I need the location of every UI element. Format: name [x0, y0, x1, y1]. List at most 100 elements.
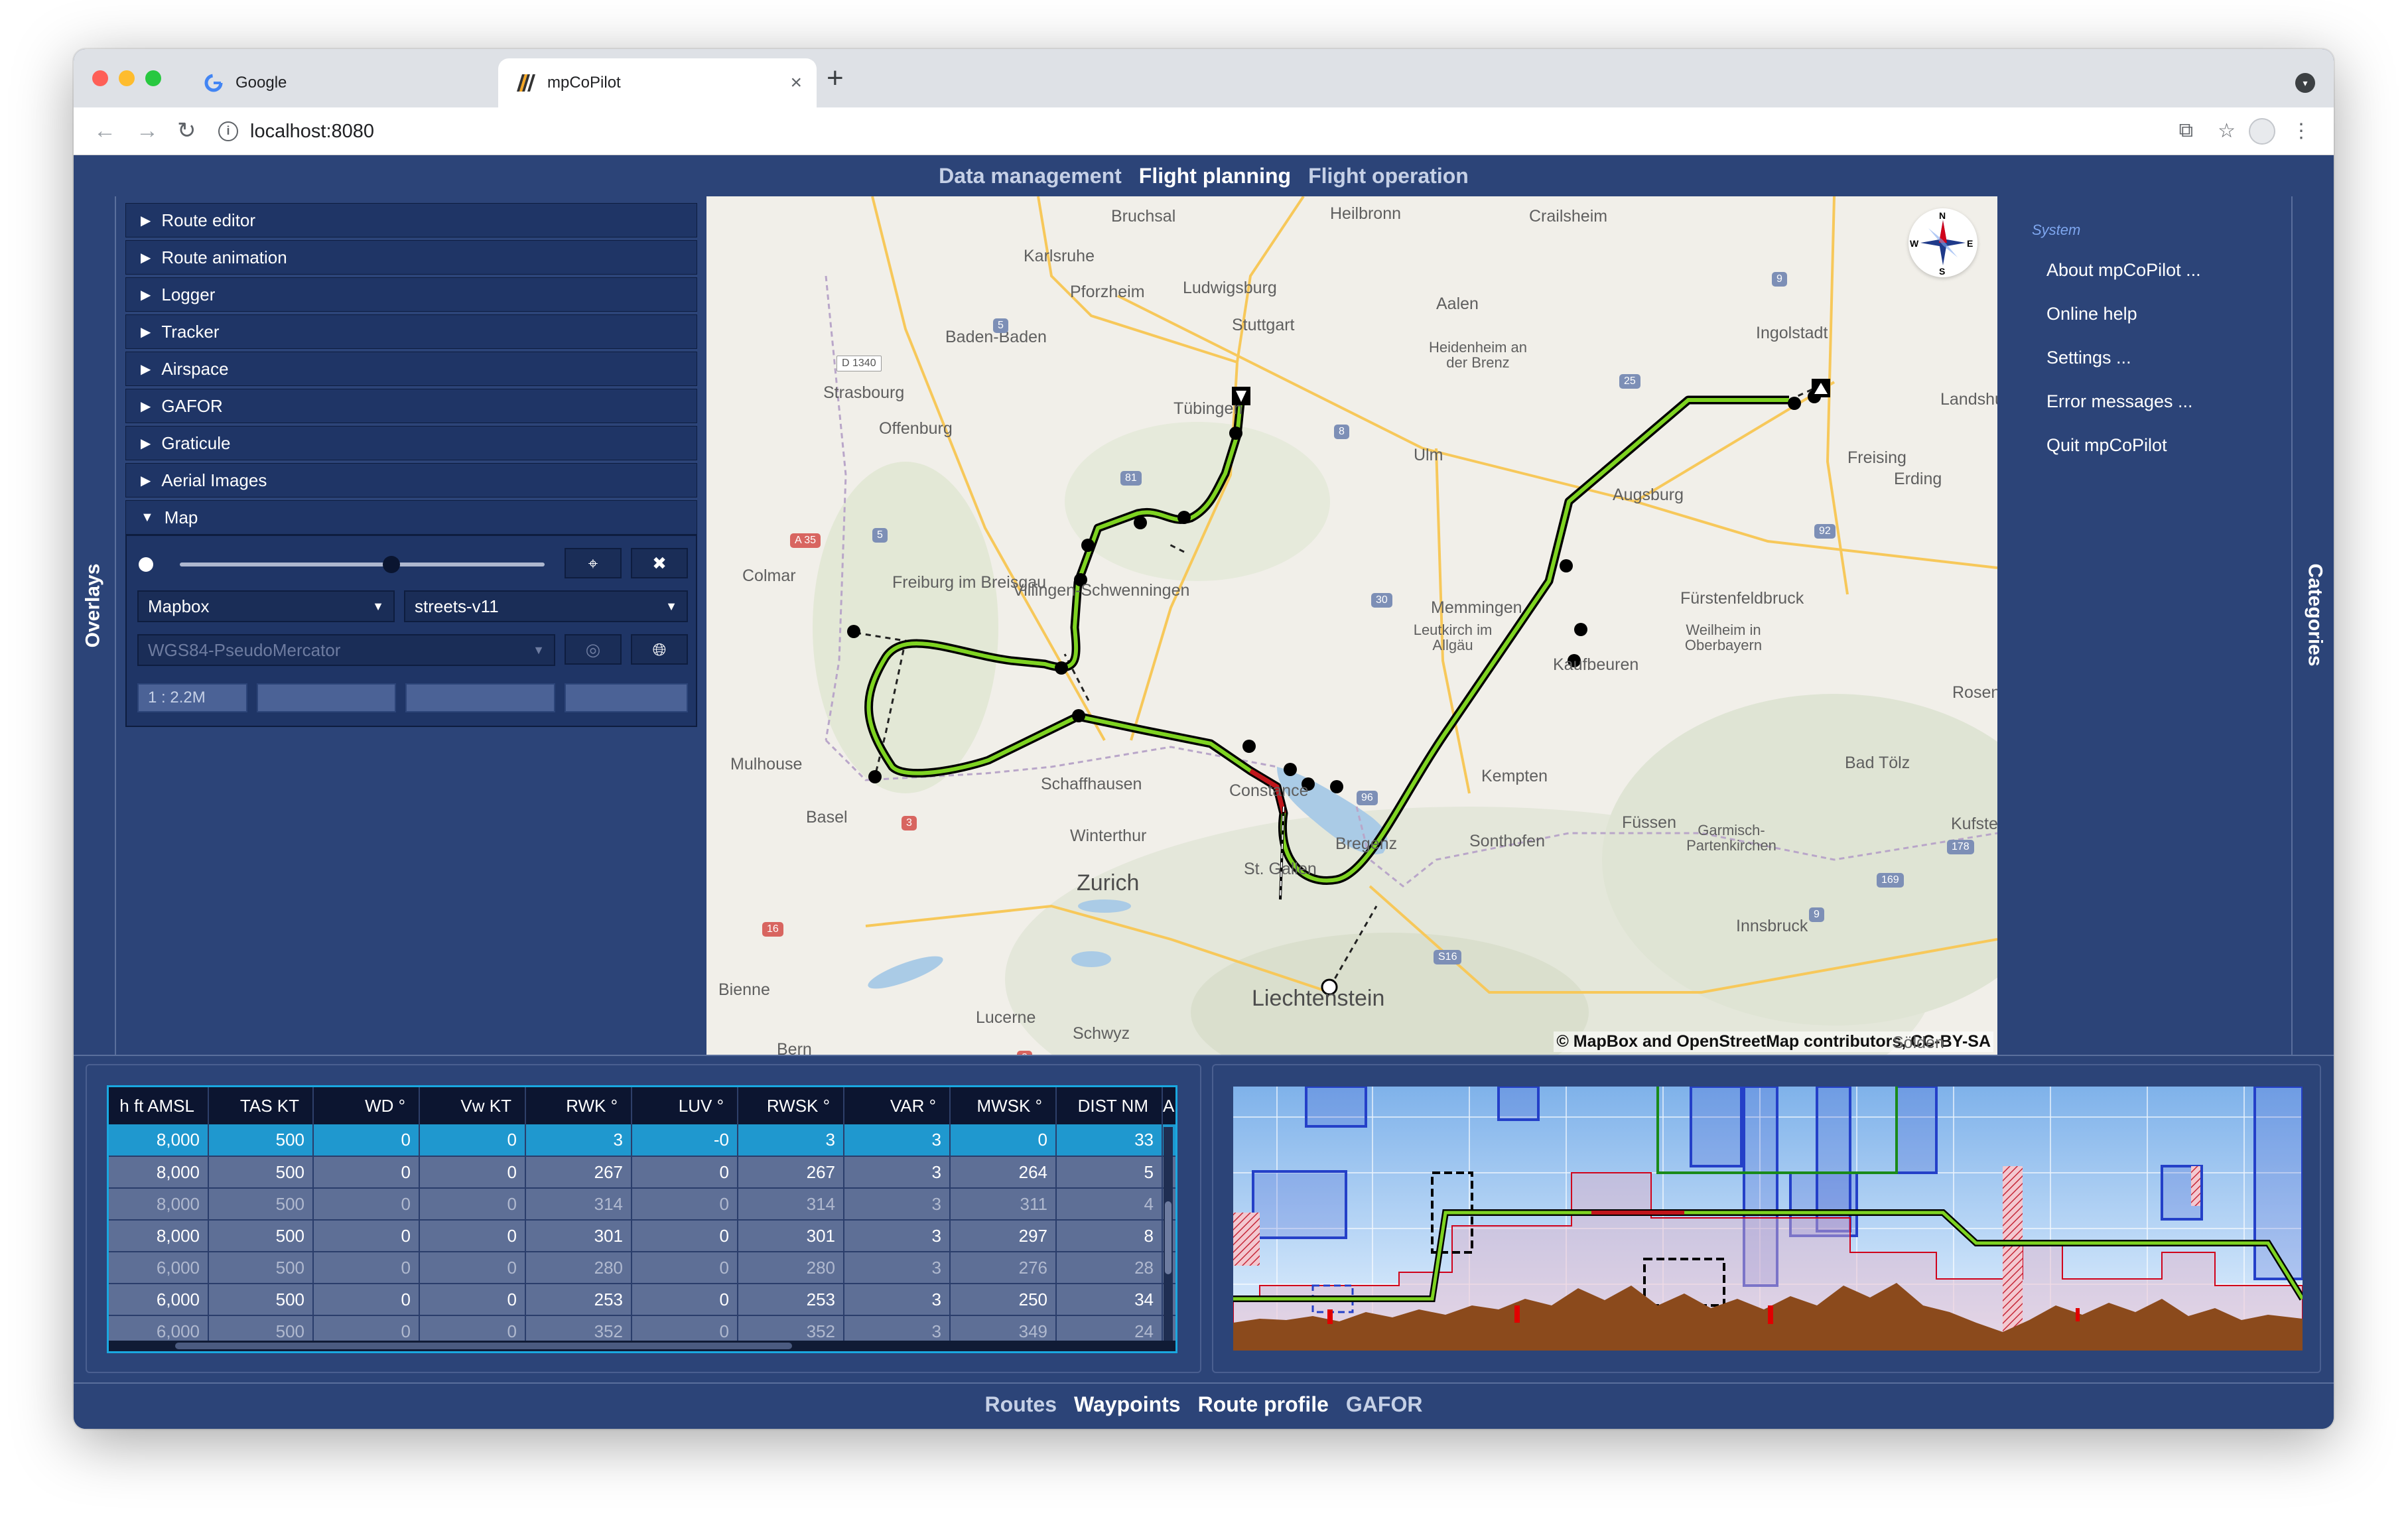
overlays-toggle[interactable]: Overlays	[74, 196, 116, 1055]
overlay-map[interactable]: ▼ Map	[125, 500, 697, 535]
visibility-dot-icon[interactable]	[139, 557, 153, 572]
overlay-tracker[interactable]: ▶ Tracker	[125, 314, 697, 349]
categories-toggle[interactable]: Categories	[2291, 196, 2334, 1055]
overlay-route-editor[interactable]: ▶ Route editor	[125, 203, 697, 237]
road-badge: S16	[1434, 950, 1462, 964]
map-field-4[interactable]	[565, 683, 688, 712]
table-row[interactable]: 6,000 500 0 0 253 0 253 3 250 34	[109, 1284, 1175, 1316]
overlay-graticule[interactable]: ▶ Graticule	[125, 426, 697, 460]
map-place-label: Schaffhausen	[1041, 775, 1142, 793]
road-badge: 9	[1809, 907, 1824, 922]
table-vertical-scrollbar[interactable]	[1164, 1127, 1173, 1346]
locate-button[interactable]: ⌖	[565, 548, 622, 578]
column-header[interactable]: Vw KT	[419, 1087, 526, 1124]
road-badge: A 35	[790, 533, 821, 548]
column-header[interactable]: MWSK °	[950, 1087, 1057, 1124]
new-tab-button[interactable]: +	[827, 64, 844, 93]
bookmark-star-icon[interactable]: ☆	[2218, 119, 2236, 143]
menu-settings[interactable]: Settings ...	[2046, 348, 2131, 368]
table-row[interactable]: 8,000 500 0 0 267 0 267 3 264 5	[109, 1156, 1175, 1189]
map-field-3[interactable]	[405, 683, 555, 712]
map-place-label: Erding	[1894, 470, 1942, 488]
back-arrow-icon[interactable]: ←	[94, 117, 116, 145]
url-field[interactable]: i localhost:8080	[218, 115, 2182, 147]
nav-route-profile[interactable]: Route profile	[1198, 1392, 1329, 1417]
projection-select: WGS84-PseudoMercator ▼	[137, 634, 555, 666]
column-header[interactable]: A	[1162, 1087, 1175, 1124]
map-scale-field[interactable]: 1 : 2.2M	[137, 683, 247, 712]
nav-gafor[interactable]: GAFOR	[1346, 1392, 1423, 1417]
overlay-gafor[interactable]: ▶ GAFOR	[125, 389, 697, 423]
menu-quit[interactable]: Quit mpCoPilot	[2046, 435, 2167, 456]
expand-triangle-icon: ▶	[141, 436, 151, 451]
column-header[interactable]: VAR °	[844, 1087, 951, 1124]
map-place-label: Strasbourg	[823, 383, 905, 402]
close-window-button[interactable]	[92, 70, 108, 86]
map-view[interactable]: N E S W © MapBox and OpenStreetMap contr…	[706, 196, 1997, 1055]
column-header[interactable]: RWSK °	[738, 1087, 844, 1124]
clear-button[interactable]: ✖	[631, 548, 688, 578]
compass-icon[interactable]: N E S W	[1908, 208, 1977, 277]
nav-flight-planning[interactable]: Flight planning	[1139, 164, 1291, 188]
url-text: localhost:8080	[250, 120, 375, 142]
table-row[interactable]: 8,000 500 0 0 301 0 301 3 297 8	[109, 1220, 1175, 1252]
column-header[interactable]: RWK °	[525, 1087, 632, 1124]
site-info-icon[interactable]: i	[218, 121, 238, 141]
column-header[interactable]: h ft AMSL	[109, 1087, 209, 1124]
kebab-menu-icon[interactable]: ⋮	[2291, 119, 2311, 143]
table-cell: 8,000	[109, 1220, 209, 1252]
table-row[interactable]: 8,000 500 0 0 314 0 314 3 311 4	[109, 1188, 1175, 1221]
zoom-window-button[interactable]	[145, 70, 161, 86]
overlay-label: Route animation	[161, 247, 287, 267]
menu-error-messages[interactable]: Error messages ...	[2046, 391, 2193, 412]
column-header[interactable]: TAS KT	[208, 1087, 314, 1124]
column-header[interactable]: WD °	[313, 1087, 420, 1124]
minimize-window-button[interactable]	[119, 70, 135, 86]
browser-tab-mpcopilot[interactable]: mpCoPilot ×	[498, 58, 817, 107]
opacity-slider-knob[interactable]	[383, 556, 400, 573]
map-place-label: Bern	[777, 1040, 812, 1055]
table-row[interactable]: 8,000 500 0 0 3 -0 3 3 0 33	[109, 1124, 1175, 1157]
tab-title: Google	[235, 74, 287, 92]
overlay-label: Tracker	[161, 321, 220, 342]
table-cell: 253	[738, 1284, 844, 1316]
map-place-label: Pforzheim	[1070, 283, 1145, 301]
forward-arrow-icon[interactable]: →	[136, 117, 159, 145]
waypoints-table[interactable]: h ft AMSL TAS KT WD ° Vw KT RWK ° LUV ° RWSK °…	[107, 1085, 1177, 1353]
open-external-icon[interactable]: ⧉	[2179, 119, 2193, 142]
column-header[interactable]: DIST NM	[1056, 1087, 1163, 1124]
map-place-label: Kufstein	[1951, 815, 1997, 833]
opacity-slider[interactable]	[180, 563, 545, 566]
compass-n: N	[1939, 210, 1946, 221]
overlay-aerial-images[interactable]: ▶ Aerial Images	[125, 463, 697, 498]
map-style-select[interactable]: streets-v11 ▼	[404, 590, 688, 622]
profile-avatar[interactable]	[2249, 118, 2275, 145]
reload-icon[interactable]: ↻	[177, 117, 196, 145]
map-place-label: Basel	[806, 808, 848, 827]
table-cell: 3	[525, 1124, 632, 1157]
menu-about[interactable]: About mpCoPilot ...	[2046, 260, 2201, 281]
globe-button[interactable]: 🌐︎	[631, 634, 688, 665]
map-provider-select[interactable]: Mapbox ▼	[137, 590, 395, 622]
scrollbar-thumb[interactable]	[175, 1343, 792, 1349]
globe-icon: 🌐︎	[652, 639, 667, 659]
road-badge: 8	[1334, 425, 1349, 439]
nav-flight-operation[interactable]: Flight operation	[1308, 164, 1469, 188]
overlay-airspace[interactable]: ▶ Airspace	[125, 352, 697, 386]
overlay-route-animation[interactable]: ▶ Route animation	[125, 240, 697, 275]
map-place-label: Freising	[1847, 448, 1906, 467]
nav-routes[interactable]: Routes	[985, 1392, 1057, 1417]
nav-data-management[interactable]: Data management	[939, 164, 1122, 188]
scrollbar-thumb[interactable]	[1165, 1201, 1171, 1274]
map-field-2[interactable]	[257, 683, 396, 712]
tab-search-icon[interactable]: ▾	[2295, 73, 2315, 93]
table-horizontal-scrollbar[interactable]	[109, 1341, 1175, 1351]
column-header[interactable]: LUV °	[632, 1087, 738, 1124]
table-cell: 0	[632, 1188, 738, 1221]
overlay-logger[interactable]: ▶ Logger	[125, 277, 697, 312]
close-tab-icon[interactable]: ×	[790, 72, 802, 94]
map-place-label: Bienne	[718, 980, 770, 999]
nav-waypoints[interactable]: Waypoints	[1074, 1392, 1181, 1417]
table-row[interactable]: 6,000 500 0 0 280 0 280 3 276 28	[109, 1252, 1175, 1284]
menu-online-help[interactable]: Online help	[2046, 304, 2137, 324]
